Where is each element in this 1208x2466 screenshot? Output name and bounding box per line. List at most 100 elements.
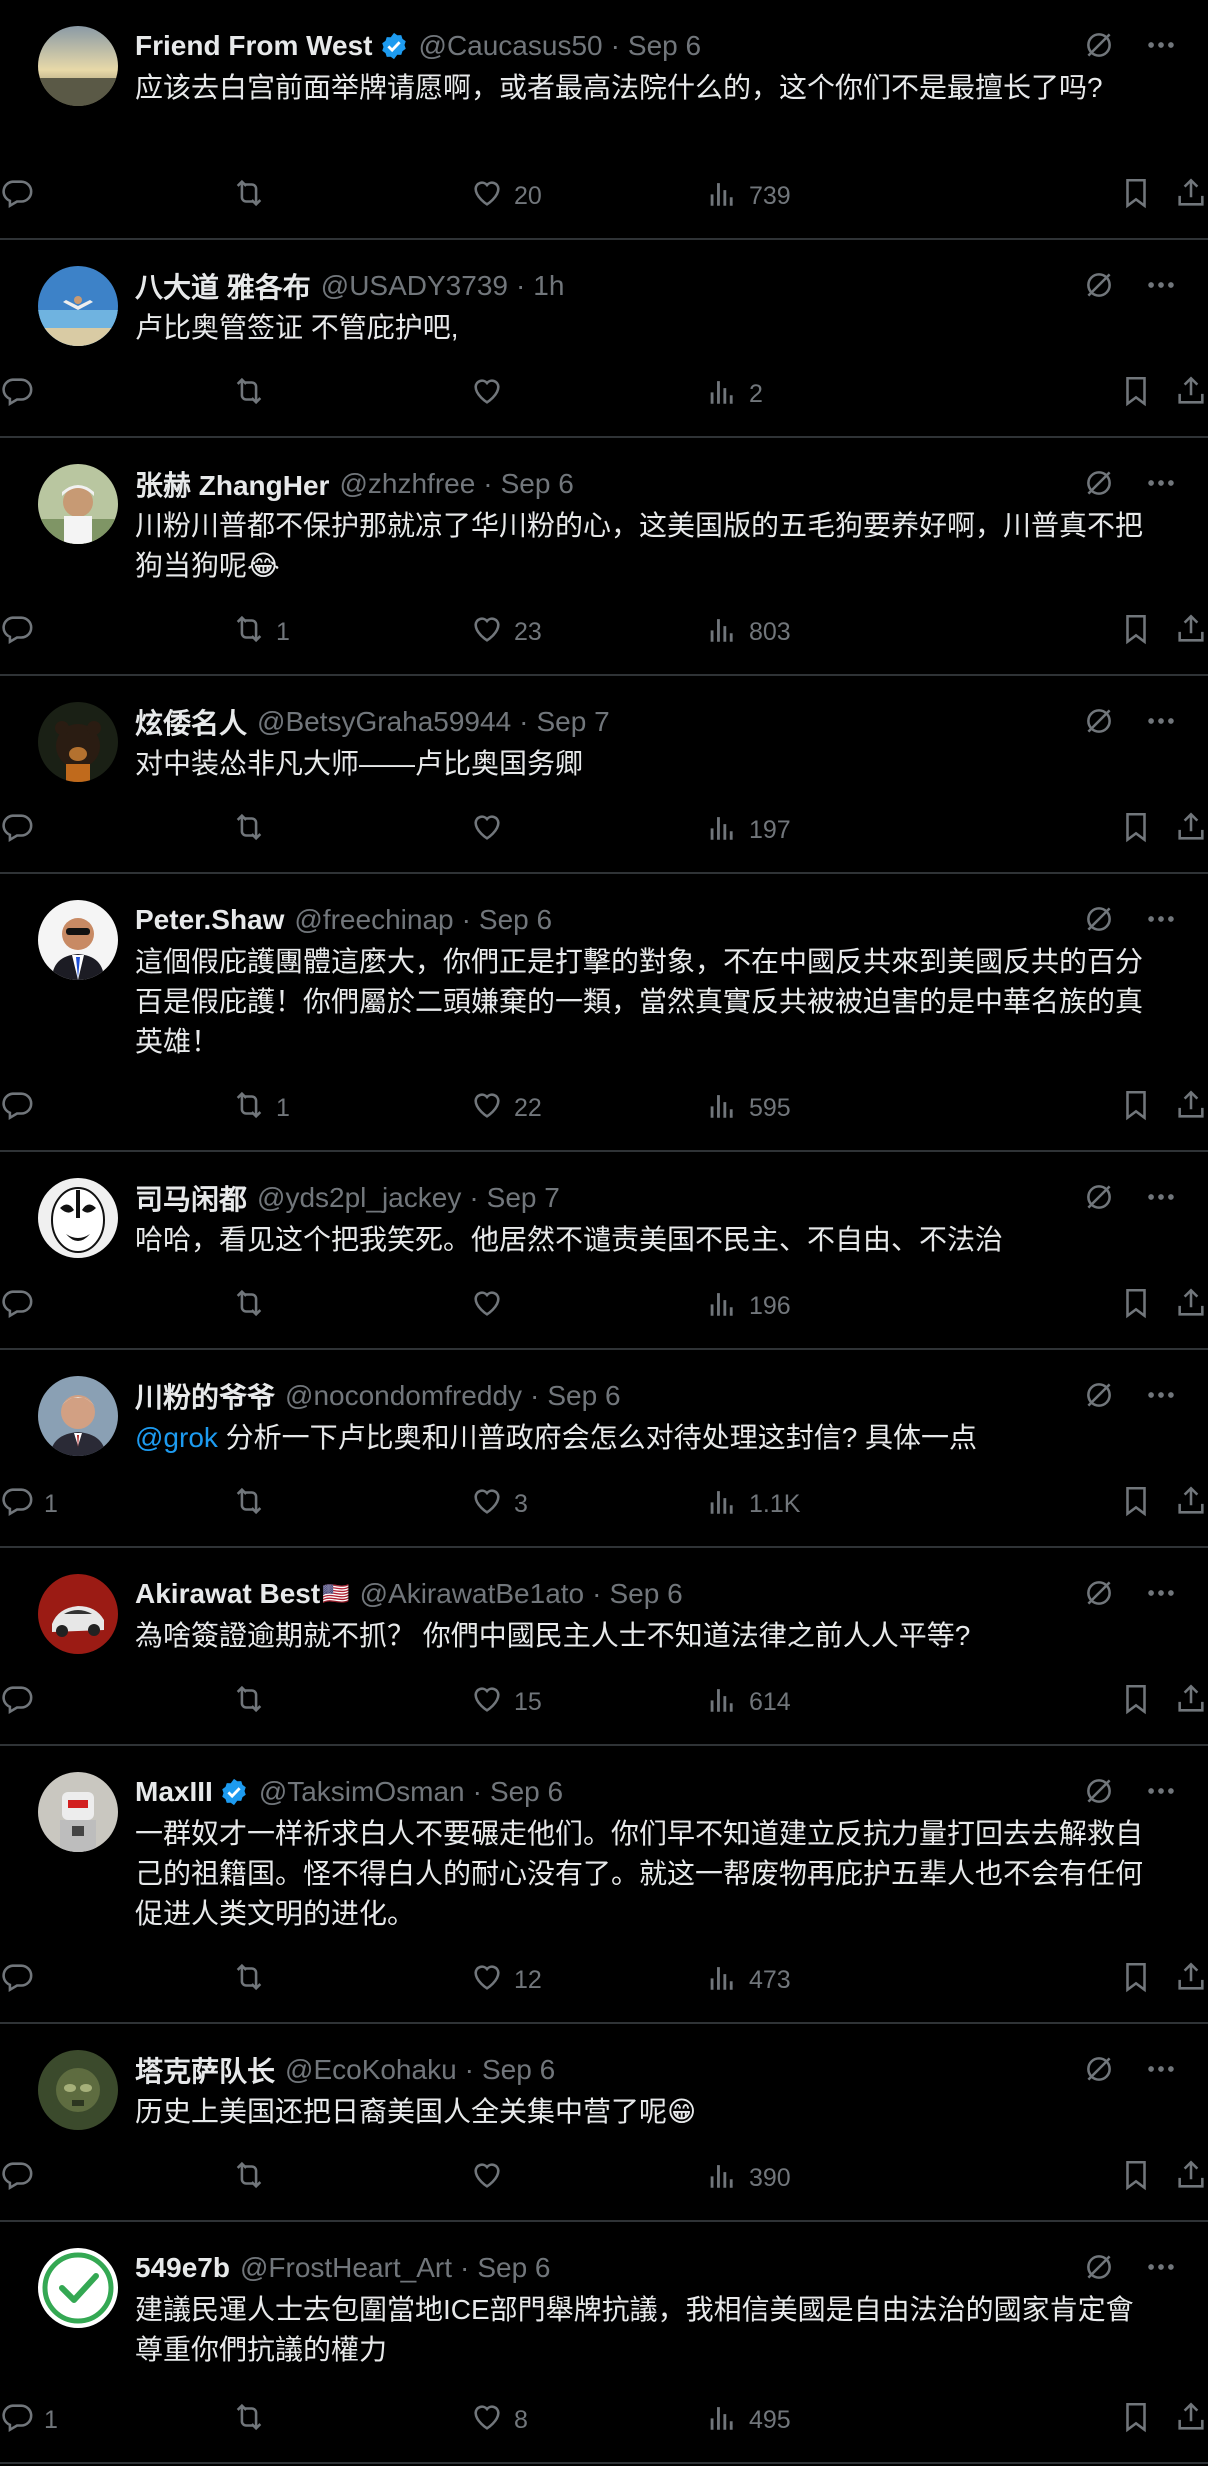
reply-button[interactable] (0, 1088, 44, 1129)
like-button[interactable]: 15 (470, 1682, 542, 1723)
bookmark-button[interactable] (1119, 176, 1153, 217)
more-icon[interactable] (1144, 28, 1178, 69)
tweet[interactable]: MaxIII @TaksimOsman · Sep 6 一群奴才一样祈求白人不要碾走他们… (0, 1746, 1208, 2024)
like-button[interactable]: 22 (470, 1088, 542, 1129)
share-button[interactable] (1174, 1682, 1208, 1723)
timestamp[interactable]: Sep 6 (477, 2252, 550, 2284)
bookmark-button[interactable] (1119, 1682, 1153, 1723)
share-button[interactable] (1174, 176, 1208, 217)
tweet[interactable]: 549e7b @FrostHeart_Art · Sep 6 建議民運人士去包圍當地IC… (0, 2222, 1208, 2464)
grok-icon[interactable] (1082, 268, 1116, 309)
user-handle[interactable]: @nocondomfreddy (285, 1380, 522, 1412)
display-name[interactable]: Akirawat Best (135, 1578, 320, 1610)
grok-icon[interactable] (1082, 1378, 1116, 1419)
share-button[interactable] (1174, 2400, 1208, 2441)
avatar[interactable] (38, 1574, 118, 1654)
display-name[interactable]: MaxIII (135, 1776, 213, 1808)
like-button[interactable] (470, 1286, 514, 1327)
timestamp[interactable]: Sep 7 (487, 1182, 560, 1214)
repost-button[interactable] (232, 1960, 276, 2001)
avatar[interactable] (38, 900, 118, 980)
timestamp[interactable]: Sep 6 (501, 468, 574, 500)
avatar[interactable] (38, 464, 118, 544)
avatar[interactable] (38, 1772, 118, 1852)
repost-button[interactable] (232, 810, 276, 851)
repost-button[interactable] (232, 2400, 276, 2441)
avatar[interactable] (38, 266, 118, 346)
bookmark-button[interactable] (1119, 1286, 1153, 1327)
avatar[interactable] (38, 26, 118, 106)
reply-button[interactable] (0, 176, 44, 217)
display-name[interactable]: 549e7b (135, 2252, 230, 2284)
share-button[interactable] (1174, 1960, 1208, 2001)
more-icon[interactable] (1144, 1180, 1178, 1221)
repost-button[interactable] (232, 1484, 276, 1525)
timestamp[interactable]: 1h (533, 270, 564, 302)
share-button[interactable] (1174, 1088, 1208, 1129)
repost-button[interactable] (232, 374, 276, 415)
display-name[interactable]: 塔克萨队长 (135, 2050, 275, 2090)
grok-icon[interactable] (1082, 1576, 1116, 1617)
views-button[interactable]: 473 (705, 1960, 791, 2001)
reply-button[interactable] (0, 374, 44, 415)
repost-button[interactable] (232, 176, 276, 217)
like-button[interactable] (470, 2158, 514, 2199)
more-icon[interactable] (1144, 268, 1178, 309)
reply-button[interactable]: 1 (0, 1484, 58, 1525)
grok-icon[interactable] (1082, 28, 1116, 69)
bookmark-button[interactable] (1119, 2400, 1153, 2441)
views-button[interactable]: 196 (705, 1286, 791, 1327)
tweet[interactable]: Friend From West @Caucasus50 · Sep 6 应该去白宫前面… (0, 0, 1208, 240)
timestamp[interactable]: Sep 7 (536, 706, 609, 738)
views-button[interactable]: 197 (705, 810, 791, 851)
views-button[interactable]: 2 (705, 374, 763, 415)
bookmark-button[interactable] (1119, 1088, 1153, 1129)
more-icon[interactable] (1144, 2052, 1178, 2093)
views-button[interactable]: 614 (705, 1682, 791, 1723)
views-button[interactable]: 595 (705, 1088, 791, 1129)
bookmark-button[interactable] (1119, 374, 1153, 415)
repost-button[interactable]: 1 (232, 1088, 290, 1129)
like-button[interactable] (470, 374, 514, 415)
more-icon[interactable] (1144, 1576, 1178, 1617)
like-button[interactable]: 8 (470, 2400, 528, 2441)
tweet[interactable]: 张赫 ZhangHer @zhzhfree · Sep 6 川粉川普都不保护那就凉了华川… (0, 438, 1208, 676)
user-handle[interactable]: @EcoKohaku (285, 2054, 457, 2086)
like-button[interactable]: 12 (470, 1960, 542, 2001)
reply-button[interactable] (0, 612, 44, 653)
views-button[interactable]: 1.1K (705, 1484, 800, 1525)
avatar[interactable] (38, 702, 118, 782)
share-button[interactable] (1174, 1286, 1208, 1327)
more-icon[interactable] (1144, 1378, 1178, 1419)
more-icon[interactable] (1144, 1774, 1178, 1815)
avatar[interactable] (38, 2248, 118, 2328)
grok-icon[interactable] (1082, 1180, 1116, 1221)
grok-icon[interactable] (1082, 902, 1116, 943)
timestamp[interactable]: Sep 6 (609, 1578, 682, 1610)
share-button[interactable] (1174, 374, 1208, 415)
views-button[interactable]: 739 (705, 176, 791, 217)
share-button[interactable] (1174, 1484, 1208, 1525)
tweet[interactable]: 川粉的爷爷 @nocondomfreddy · Sep 6 @grok 分析一下卢比奥和… (0, 1350, 1208, 1548)
display-name[interactable]: Peter.Shaw (135, 904, 284, 936)
more-icon[interactable] (1144, 902, 1178, 943)
user-handle[interactable]: @TaksimOsman (259, 1776, 465, 1808)
reply-button[interactable] (0, 1682, 44, 1723)
display-name[interactable]: 张赫 ZhangHer (135, 464, 329, 504)
grok-icon[interactable] (1082, 1774, 1116, 1815)
reply-button[interactable] (0, 2158, 44, 2199)
timestamp[interactable]: Sep 6 (628, 30, 701, 62)
reply-button[interactable]: 1 (0, 2400, 58, 2441)
timestamp[interactable]: Sep 6 (547, 1380, 620, 1412)
bookmark-button[interactable] (1119, 612, 1153, 653)
grok-icon[interactable] (1082, 2250, 1116, 2291)
tweet[interactable]: 司马闲都 @yds2pl_jackey · Sep 7 哈哈，看见这个把我笑死。他居然不… (0, 1152, 1208, 1350)
bookmark-button[interactable] (1119, 2158, 1153, 2199)
avatar[interactable] (38, 2050, 118, 2130)
bookmark-button[interactable] (1119, 1960, 1153, 2001)
reply-button[interactable] (0, 1286, 44, 1327)
user-handle[interactable]: @Caucasus50 (419, 30, 603, 62)
user-handle[interactable]: @yds2pl_jackey (257, 1182, 461, 1214)
display-name[interactable]: 川粉的爷爷 (135, 1376, 275, 1416)
share-button[interactable] (1174, 810, 1208, 851)
